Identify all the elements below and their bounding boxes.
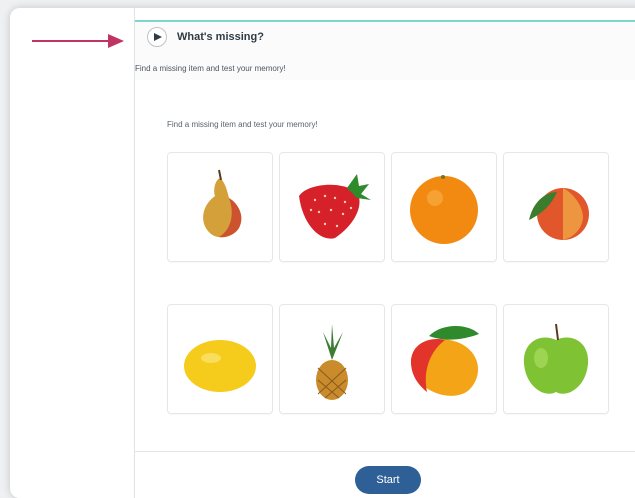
fruit-tile-strawberry[interactable] <box>279 152 385 262</box>
fruit-grid <box>167 152 609 414</box>
strawberry-icon <box>299 174 371 239</box>
activity-subtitle: Find a missing item and test your memory… <box>135 64 286 73</box>
fruit-tile-green-apple[interactable] <box>503 304 609 414</box>
mango-icon <box>411 326 479 396</box>
lemon-icon <box>184 340 256 392</box>
activity-panel: What's missing? Find a missing item and … <box>135 20 635 498</box>
instructions-text: Find a missing item and test your memory… <box>167 120 318 129</box>
pineapple-icon <box>316 324 348 400</box>
activity-footer: Start <box>135 451 635 498</box>
fruit-tile-pineapple[interactable] <box>279 304 385 414</box>
activity-header: What's missing? <box>135 22 635 52</box>
fruit-tile-pear[interactable] <box>167 152 273 262</box>
fruit-tile-mango[interactable] <box>391 304 497 414</box>
fruit-tile-orange[interactable] <box>391 152 497 262</box>
green-apple-icon <box>523 323 589 394</box>
play-icon <box>154 33 162 41</box>
app-frame: What's missing? Find a missing item and … <box>10 8 635 498</box>
pear-icon <box>203 169 242 238</box>
peach-icon <box>529 188 589 240</box>
activity-title: What's missing? <box>177 31 264 43</box>
fruit-tile-lemon[interactable] <box>167 304 273 414</box>
pointer-arrow-icon <box>32 34 124 48</box>
game-area: Find a missing item and test your memory… <box>135 80 635 460</box>
fruit-tile-peach[interactable] <box>503 152 609 262</box>
orange-icon <box>410 175 478 244</box>
play-button[interactable] <box>147 27 167 47</box>
left-gutter <box>10 8 135 498</box>
